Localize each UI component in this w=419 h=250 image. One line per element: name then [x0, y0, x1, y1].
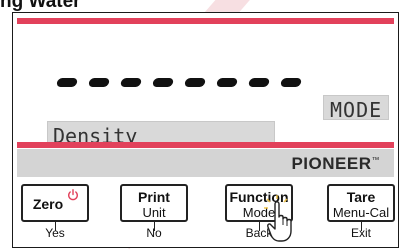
print-unit-button[interactable]: Print Unit [120, 184, 188, 222]
dash-segment [152, 78, 174, 87]
page-heading: ng Water [0, 0, 81, 12]
menu-cal-button-label: Menu-Cal [332, 205, 390, 220]
trademark-symbol: ™ [371, 155, 380, 165]
yes-label: Yes [45, 226, 65, 240]
brand-name: PIONEER [291, 154, 372, 173]
exit-label: Exit [350, 226, 371, 240]
unit-button-label: Unit [142, 205, 166, 220]
dash-segment [120, 78, 142, 87]
dash-segment [88, 78, 110, 87]
dash-segment [280, 78, 302, 87]
mode-indicator: MODE [323, 95, 389, 122]
dash-segment [184, 78, 206, 87]
lcd-display: MODE Density [17, 24, 394, 148]
dash-segment [56, 78, 78, 87]
brand-logo: PIONEER™ [291, 154, 380, 174]
scale-panel: MODE Density PIONEER™ Zero Print Unit Fu… [12, 12, 399, 248]
mode-label: MODE [330, 98, 383, 122]
no-label: No [146, 226, 162, 240]
weight-dashes [56, 78, 302, 87]
zero-button[interactable]: Zero [21, 184, 89, 222]
bottom-accent-stripe [17, 142, 394, 148]
tare-menu-button[interactable]: Tare Menu-Cal [327, 184, 395, 222]
power-icon [68, 189, 78, 201]
dash-segment [216, 78, 238, 87]
dash-segment [248, 78, 270, 87]
pointing-hand-icon [264, 195, 292, 242]
print-button-label: Print [138, 189, 170, 205]
tare-button-label: Tare [346, 189, 376, 205]
brand-bar: PIONEER™ [17, 149, 394, 177]
